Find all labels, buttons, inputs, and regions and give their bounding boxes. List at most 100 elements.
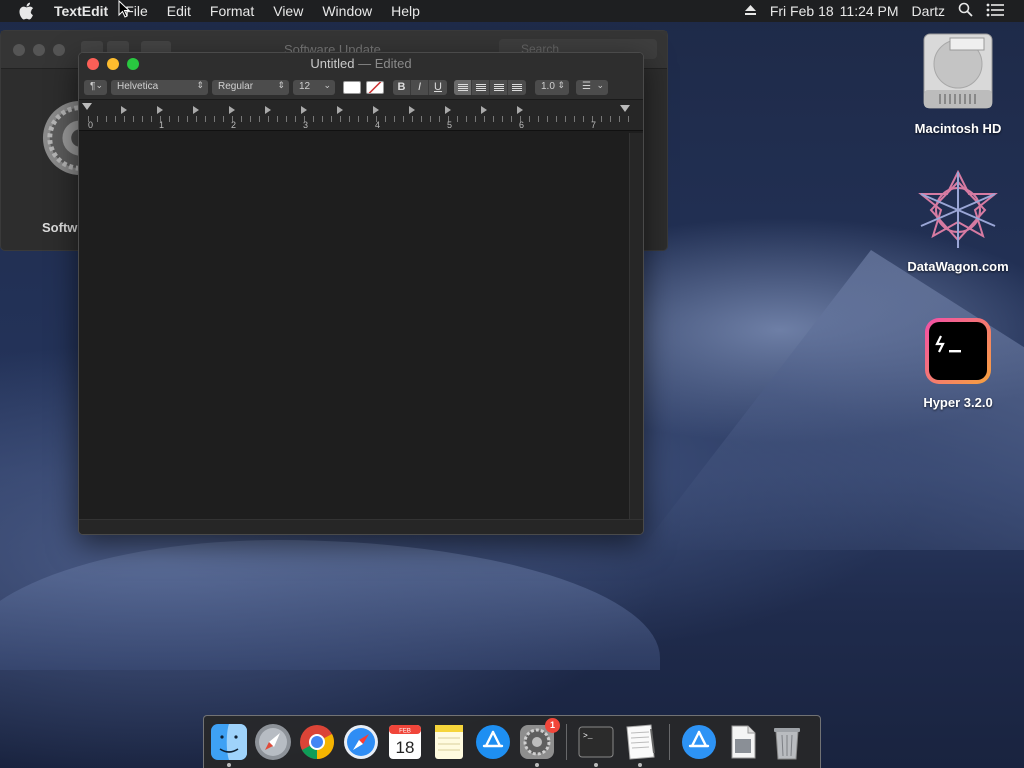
dock-safari[interactable] — [342, 723, 380, 761]
tab-stop[interactable] — [193, 106, 199, 114]
underline-button[interactable]: U — [429, 80, 447, 95]
close-button[interactable] — [13, 43, 25, 56]
running-indicator — [227, 763, 231, 767]
dock-notes[interactable] — [430, 723, 468, 761]
dock-textedit[interactable] — [621, 723, 659, 767]
zoom-button[interactable] — [53, 43, 65, 56]
dock-system-preferences[interactable]: 1 — [518, 718, 560, 767]
format-toolbar: ¶ ⌄ Helvetica ⇕ Regular ⇕ 12 ⌄ B I U 1.0 ⇕ ☰ ⌄ — [79, 75, 643, 99]
mouse-pointer-icon — [118, 0, 130, 18]
clock-date[interactable]: Fri Feb 18 — [770, 3, 834, 19]
text-style-buttons: B I U — [393, 79, 447, 95]
textedit-window[interactable]: Untitled — Edited ¶ ⌄ Helvetica ⇕ Regular ⇕… — [78, 52, 644, 535]
trash-icon — [774, 728, 800, 760]
desktop-icon-datawagon[interactable]: DataWagon.com — [898, 169, 1018, 274]
background-color-well[interactable] — [366, 80, 384, 94]
tab-stop[interactable] — [409, 106, 415, 114]
document-name: Untitled — [310, 56, 355, 71]
dock-app-store[interactable] — [474, 723, 512, 761]
ruler-ticks — [88, 116, 631, 122]
paragraph-styles-popup[interactable]: ¶ ⌄ — [84, 79, 107, 95]
dock-app-store-downloads[interactable] — [680, 723, 718, 761]
ruler-number: 3 — [303, 120, 309, 130]
line-spacing-popup[interactable]: 1.0 ⇕ — [535, 79, 569, 95]
preview-icon — [731, 725, 756, 759]
dock-trash[interactable] — [768, 723, 806, 761]
chrome-icon — [300, 725, 334, 759]
dock: FEB 18 1 >_ — [203, 715, 821, 768]
menu-format[interactable]: Format — [210, 3, 254, 19]
eject-icon[interactable] — [744, 3, 757, 19]
notes-icon — [435, 725, 463, 759]
font-family-value: Helvetica — [117, 80, 159, 92]
notification-center-icon[interactable] — [986, 3, 1004, 20]
tab-stop[interactable] — [481, 106, 487, 114]
vertical-scrollbar[interactable] — [629, 133, 643, 520]
minimize-button[interactable] — [33, 43, 45, 56]
tab-stop[interactable] — [445, 106, 451, 114]
desktop-icon-macintosh-hd[interactable]: Macintosh HD — [898, 32, 1018, 136]
tab-stop[interactable] — [265, 106, 271, 114]
font-style-value: Regular — [218, 80, 254, 92]
font-size-popup[interactable]: 12 ⌄ — [293, 79, 335, 95]
ruler-number: 6 — [519, 120, 525, 130]
ruler-number: 7 — [591, 120, 597, 130]
menu-app-name[interactable]: TextEdit — [54, 3, 108, 19]
textedit-titlebar[interactable]: Untitled — Edited — [79, 53, 643, 75]
calendar-day: 18 — [396, 738, 415, 757]
tab-stop[interactable] — [337, 106, 343, 114]
hyper-terminal-icon — [925, 318, 991, 384]
dock-separator — [566, 724, 567, 760]
running-indicator — [594, 763, 598, 767]
menu-edit[interactable]: Edit — [167, 3, 191, 19]
font-style-popup[interactable]: Regular ⇕ — [212, 79, 289, 95]
alignment-buttons — [454, 79, 526, 95]
tab-stop[interactable] — [157, 106, 163, 114]
list-bullets-popup[interactable]: ☰ ⌄ — [576, 79, 608, 95]
align-right-button[interactable] — [490, 79, 508, 95]
font-family-popup[interactable]: Helvetica ⇕ — [111, 79, 208, 95]
clock-time[interactable]: 11:24 PM — [840, 3, 899, 19]
tab-stop[interactable] — [517, 106, 523, 114]
italic-button[interactable]: I — [411, 79, 429, 95]
bold-button[interactable]: B — [393, 79, 411, 95]
ruler-number: 2 — [231, 120, 237, 130]
dock-terminal[interactable]: >_ — [577, 723, 615, 767]
menu-window[interactable]: Window — [322, 3, 372, 19]
datawagon-icon — [918, 169, 998, 248]
user-name[interactable]: Dartz — [912, 3, 945, 19]
notification-badge: 1 — [545, 718, 560, 733]
tab-stop[interactable] — [121, 106, 127, 114]
dock-calendar[interactable]: FEB 18 — [386, 723, 424, 761]
document-text-area[interactable] — [79, 133, 629, 520]
spotlight-search-icon[interactable] — [958, 2, 973, 20]
menu-view[interactable]: View — [273, 3, 303, 19]
finder-icon — [211, 724, 247, 760]
align-right-icon — [493, 83, 504, 92]
ruler[interactable]: 0 1 2 3 4 5 6 7 — [79, 99, 643, 131]
align-left-button[interactable] — [454, 79, 472, 95]
text-color-well[interactable] — [343, 80, 361, 94]
apple-menu-icon[interactable] — [18, 2, 36, 20]
desktop-icon-hyper[interactable]: Hyper 3.2.0 — [898, 316, 1018, 410]
safari-icon — [344, 725, 378, 759]
font-size-value: 12 — [299, 80, 311, 92]
dock-launchpad[interactable] — [254, 723, 292, 761]
tab-stop[interactable] — [301, 106, 307, 114]
dock-separator — [669, 724, 670, 760]
tab-stop[interactable] — [373, 106, 379, 114]
tab-stop[interactable] — [229, 106, 235, 114]
hard-drive-icon — [923, 33, 993, 109]
dock-chrome[interactable] — [298, 723, 336, 761]
dock-finder[interactable] — [210, 723, 248, 767]
align-center-button[interactable] — [472, 79, 490, 95]
document-title: Untitled — Edited — [79, 56, 643, 71]
menu-help[interactable]: Help — [391, 3, 420, 19]
ruler-number: 1 — [159, 120, 165, 130]
left-margin-marker[interactable] — [82, 103, 92, 110]
right-margin-marker[interactable] — [620, 105, 630, 112]
dock-preview[interactable] — [724, 723, 762, 761]
app-store-icon — [476, 725, 510, 759]
justify-button[interactable] — [508, 80, 526, 95]
line-spacing-value: 1.0 — [541, 80, 555, 92]
